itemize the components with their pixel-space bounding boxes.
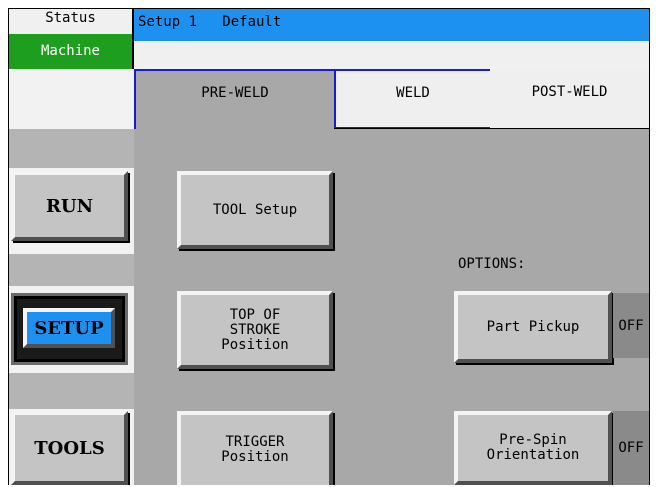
status-label: Status [9, 9, 132, 34]
pre-spin-orientation-button[interactable]: Pre-Spin Orientation [454, 411, 612, 485]
side-nav-band [9, 129, 134, 168]
tool-setup-button[interactable]: TOOL Setup [177, 171, 333, 249]
machine-status-indicator: Machine [9, 34, 132, 69]
tab-post-weld[interactable]: POST-WELD [490, 69, 649, 128]
part-pickup-status: OFF [613, 293, 649, 358]
run-button[interactable]: RUN [11, 171, 128, 241]
side-nav-band [9, 254, 134, 286]
message-strip [134, 41, 649, 69]
tab-weld[interactable]: WELD [334, 69, 490, 128]
setup-title-bar: Setup 1 Default [134, 9, 649, 41]
trigger-position-button[interactable]: TRIGGER Position [177, 411, 333, 485]
part-pickup-button[interactable]: Part Pickup [454, 291, 612, 363]
setup-button-label: SETUP [23, 308, 115, 348]
setup-button[interactable]: SETUP [11, 293, 128, 365]
hmi-screen: Status Machine Setup 1 Default RUN SETUP… [8, 8, 650, 485]
side-nav-band [9, 373, 134, 409]
tools-button[interactable]: TOOLS [11, 411, 128, 485]
pre-spin-orientation-status: OFF [613, 411, 649, 485]
options-label: OPTIONS: [458, 256, 526, 272]
top-of-stroke-position-button[interactable]: TOP OF STROKE Position [177, 291, 333, 369]
tab-pre-weld[interactable]: PRE-WELD [134, 69, 336, 129]
